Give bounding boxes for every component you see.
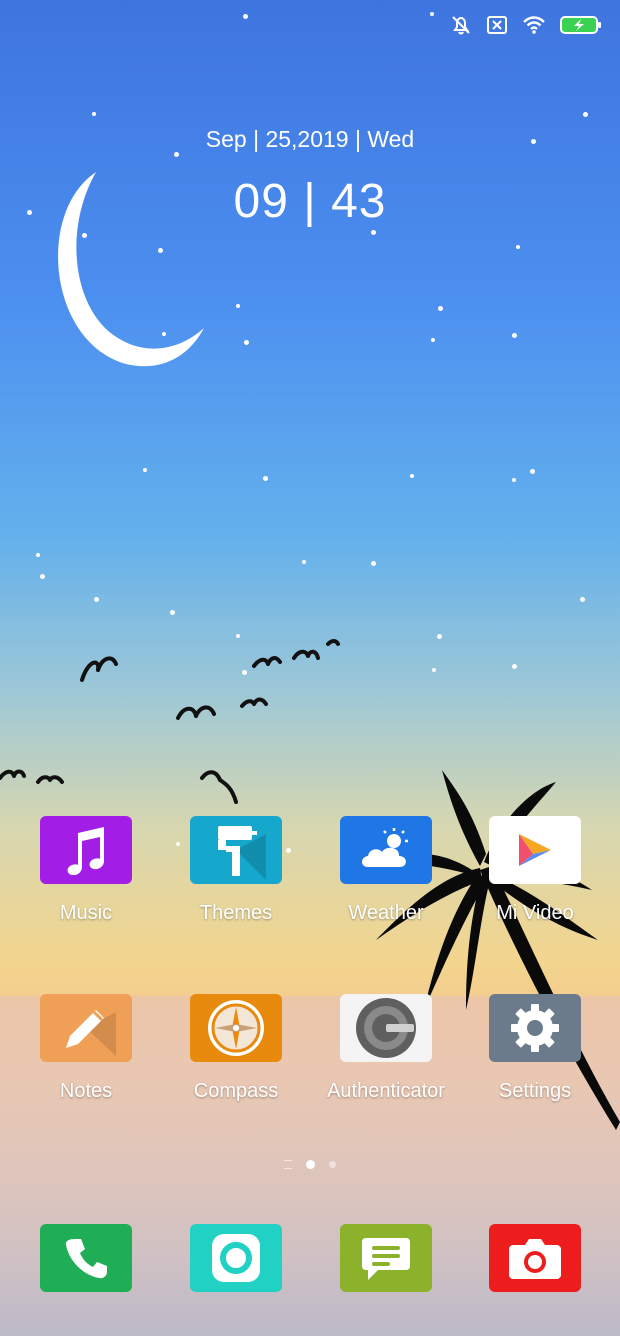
app-label: Weather	[348, 902, 424, 924]
dock-phone[interactable]	[11, 1224, 161, 1292]
weather-cloud-sun-icon	[340, 816, 432, 884]
pencil-icon	[40, 994, 132, 1062]
phone-icon	[40, 1224, 132, 1292]
music-note-icon	[40, 816, 132, 884]
app-mi-video[interactable]: Mi Video	[460, 816, 610, 925]
home-screen: Sep | 25,2019 | Wed 09 | 43 Music Themes	[0, 0, 620, 1336]
app-label: Settings	[498, 1080, 572, 1102]
page-indicator-menu	[284, 1160, 292, 1169]
status-bar	[450, 14, 602, 36]
gear-icon	[489, 994, 581, 1062]
app-compass[interactable]: Compass	[161, 994, 311, 1103]
app-settings[interactable]: Settings	[460, 994, 610, 1103]
app-themes[interactable]: Themes	[161, 816, 311, 925]
no-sim-icon	[487, 16, 507, 34]
paint-roller-icon	[190, 816, 282, 884]
message-icon	[340, 1224, 432, 1292]
page-indicator	[0, 1160, 620, 1169]
app-music[interactable]: Music	[11, 816, 161, 925]
security-ring-icon	[190, 1224, 282, 1292]
dock-camera[interactable]	[460, 1224, 610, 1292]
app-label: Authenticator	[327, 1080, 445, 1102]
compass-icon	[190, 994, 282, 1062]
page-dot-current	[306, 1160, 315, 1169]
app-label: Themes	[199, 902, 273, 924]
app-label: Notes	[59, 1080, 113, 1102]
dock-messaging[interactable]	[311, 1224, 461, 1292]
birds-silhouette	[0, 639, 340, 804]
battery-charging-icon	[560, 16, 601, 34]
app-label: Compass	[193, 1080, 279, 1102]
play-icon	[489, 816, 581, 884]
app-authenticator[interactable]: Authenticator	[311, 994, 461, 1103]
app-notes[interactable]: Notes	[11, 994, 161, 1103]
authenticator-icon	[340, 994, 432, 1062]
clock-time[interactable]: 09 | 43	[0, 174, 620, 229]
mute-icon	[452, 16, 470, 35]
dock-security[interactable]	[161, 1224, 311, 1292]
app-label: Music	[59, 902, 113, 924]
wifi-icon	[523, 16, 545, 34]
clock-date[interactable]: Sep | 25,2019 | Wed	[0, 126, 620, 153]
app-label: Mi Video	[496, 902, 574, 924]
app-weather[interactable]: Weather	[311, 816, 461, 925]
camera-icon	[489, 1224, 581, 1292]
page-dot	[329, 1161, 336, 1168]
